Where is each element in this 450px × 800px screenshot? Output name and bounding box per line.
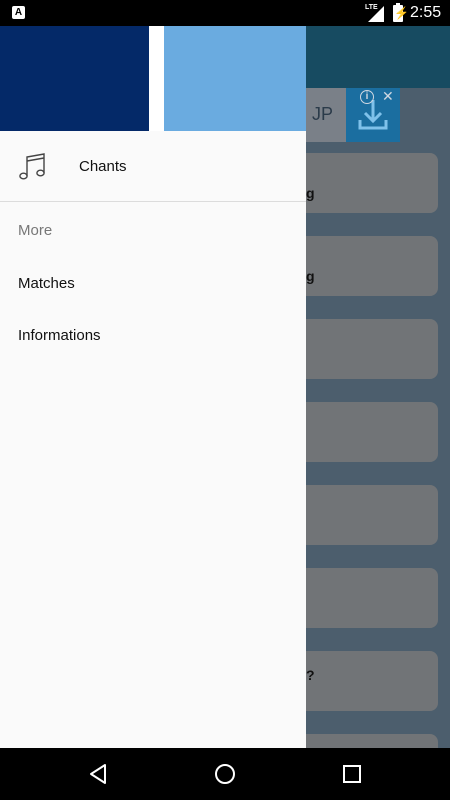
drawer-item-label: Informations xyxy=(18,327,101,344)
drawer-section-title: More xyxy=(18,222,53,239)
drawer-item-label: Chants xyxy=(79,158,127,175)
list-card[interactable] xyxy=(290,485,438,545)
battery-charging-icon: ⚡ xyxy=(393,3,409,22)
clock: 2:55 xyxy=(410,4,442,21)
system-nav-bar xyxy=(0,748,450,800)
ad-text: JP xyxy=(312,104,334,124)
home-icon[interactable] xyxy=(213,762,237,786)
recents-icon[interactable] xyxy=(340,762,364,786)
drawer-item-chants[interactable]: Chants xyxy=(0,132,306,202)
ad-info-icon[interactable]: i xyxy=(360,90,374,104)
header-light-panel xyxy=(164,26,306,131)
signal-icon xyxy=(368,6,384,22)
back-icon[interactable] xyxy=(86,762,110,786)
navigation-drawer: Chants More Matches Informations xyxy=(0,26,306,748)
drawer-header xyxy=(0,26,306,131)
ad-close-icon[interactable]: ✕ xyxy=(382,89,394,103)
status-bar: A LTE ⚡ 2:55 xyxy=(0,0,450,26)
list-card[interactable] xyxy=(290,568,438,628)
card-text: g xyxy=(306,268,315,284)
header-dark-panel xyxy=(0,26,149,131)
music-note-icon xyxy=(19,153,45,180)
list-card[interactable]: ? xyxy=(290,651,438,711)
list-card[interactable] xyxy=(290,402,438,462)
list-card[interactable]: g xyxy=(290,153,438,213)
drawer-item-matches[interactable]: Matches xyxy=(0,259,306,311)
list-card[interactable] xyxy=(290,319,438,379)
card-text: ? xyxy=(306,667,315,683)
screen: A LTE ⚡ 2:55 JP i ✕ g g ? Chants More Ma… xyxy=(0,0,450,800)
list-card[interactable]: g xyxy=(290,236,438,296)
card-text: g xyxy=(306,185,315,201)
header-divider xyxy=(149,26,164,131)
drawer-item-label: Matches xyxy=(18,275,75,292)
drawer-item-informations[interactable]: Informations xyxy=(0,311,306,363)
drawer-divider xyxy=(0,201,306,202)
notification-a-icon: A xyxy=(12,6,25,19)
